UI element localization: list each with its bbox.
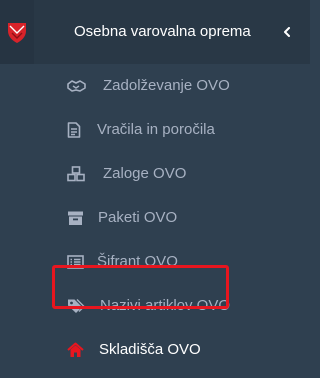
menu-item-label: Zaloge OVO bbox=[103, 165, 187, 182]
menu-item-sifrant-ovo[interactable]: Šifrant OVO bbox=[0, 240, 310, 284]
menu-item-label: Zadolževanje OVO bbox=[103, 77, 230, 94]
menu-item-paketi-ovo[interactable]: Paketi OVO bbox=[0, 196, 310, 240]
document-icon bbox=[67, 122, 85, 138]
logo[interactable] bbox=[0, 0, 34, 64]
tags-icon bbox=[67, 298, 85, 314]
menu-item-zaloge-ovo[interactable]: Zaloge OVO bbox=[0, 152, 310, 196]
sidebar: Osebna varovalna oprema Zadolževanje OVO bbox=[0, 0, 310, 378]
home-icon bbox=[67, 342, 85, 358]
chevron-left-icon[interactable] bbox=[281, 22, 295, 42]
menu-item-label: Vračila in poročila bbox=[97, 121, 215, 138]
menu-item-label: Paketi OVO bbox=[98, 209, 178, 226]
menu-item-skladisca-ovo[interactable]: Skladišča OVO bbox=[0, 328, 310, 372]
sidebar-header: Osebna varovalna oprema bbox=[0, 0, 310, 64]
menu-item-nazivi-artiklov-ovo[interactable]: Nazivi artiklov OVO bbox=[0, 284, 310, 328]
submenu: Zadolževanje OVO Vračila in poročila Zal… bbox=[0, 64, 310, 372]
list-icon bbox=[67, 254, 85, 270]
menu-item-vracila-in-porocila[interactable]: Vračila in poročila bbox=[0, 108, 310, 152]
handshake-icon bbox=[67, 78, 86, 94]
menu-item-label: Nazivi artiklov OVO bbox=[100, 297, 231, 314]
menu-item-label: Šifrant OVO bbox=[97, 253, 178, 270]
cubes-icon bbox=[67, 166, 85, 182]
menu-item-zadolzevanje-ovo[interactable]: Zadolževanje OVO bbox=[0, 64, 310, 108]
archive-icon bbox=[67, 210, 85, 226]
menu-item-label: Skladišča OVO bbox=[99, 341, 201, 358]
section-title[interactable]: Osebna varovalna oprema bbox=[74, 22, 251, 42]
